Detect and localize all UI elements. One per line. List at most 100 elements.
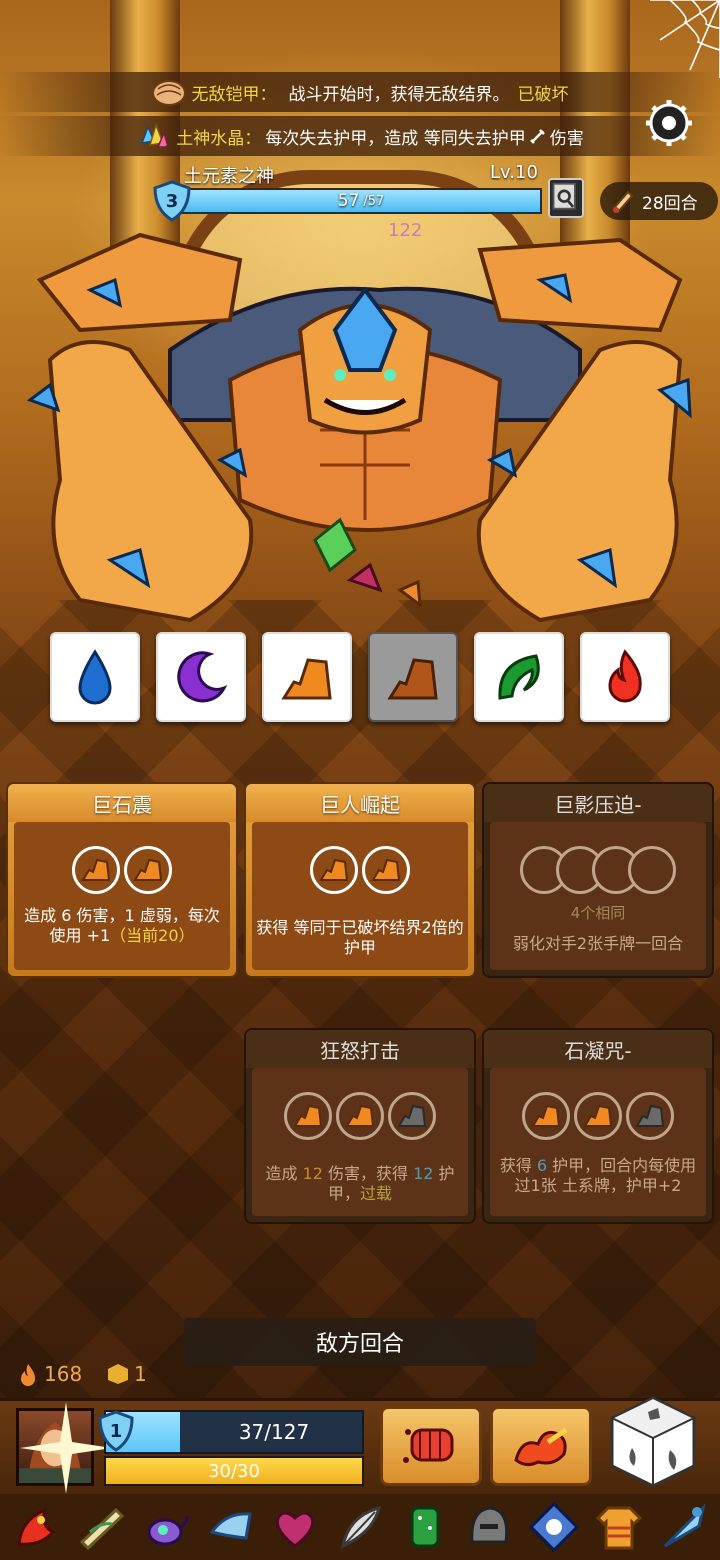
desc-part: 造成	[24, 906, 62, 925]
die-moon[interactable]	[156, 632, 246, 722]
enemy-turn-button[interactable]: 敌方回合	[184, 1318, 536, 1366]
earth-slot[interactable]	[124, 846, 172, 894]
flame-icon	[21, 1364, 36, 1386]
relic-effect: 战斗开始时，获得无敌结界。	[288, 84, 510, 105]
sweater-icon	[595, 1506, 642, 1550]
gold-count: 1	[134, 1362, 147, 1386]
earth-elemental-boss[interactable]	[20, 220, 710, 630]
feather-icon	[340, 1505, 382, 1549]
gold-resource: 1	[106, 1362, 147, 1386]
relic-feather[interactable]	[333, 1500, 387, 1554]
turn-counter: 28回合	[600, 182, 718, 220]
enemy-name: 土元素之神	[184, 166, 274, 187]
earth-slot[interactable]	[72, 846, 120, 894]
dragon-horn-icon	[17, 1507, 56, 1546]
relic-helmet[interactable]	[462, 1500, 516, 1554]
helmet-icon	[470, 1506, 509, 1544]
enemy-shield-badge: 3	[152, 180, 192, 222]
card-body: 4个相同 弱化对手2张手牌一回合	[490, 822, 706, 970]
armor-value: 6	[536, 1156, 548, 1175]
horn-icon	[209, 1512, 252, 1540]
relic-sweater[interactable]	[592, 1500, 646, 1554]
desc-part: 护甲+2	[625, 1176, 682, 1195]
card-title: 巨影压迫-	[484, 784, 712, 822]
card-description: 弱化对手2张手牌一回合	[512, 934, 684, 953]
grey-slot[interactable]	[388, 1092, 436, 1140]
damage-value: 6	[61, 906, 72, 925]
inspect-enemy-button[interactable]	[548, 178, 584, 218]
relic-name: 无敌铠甲	[191, 84, 260, 105]
die-water[interactable]	[50, 632, 140, 722]
relic-teapot[interactable]	[139, 1500, 193, 1554]
cactus-icon	[410, 1506, 440, 1548]
die-earth-selected[interactable]	[368, 632, 458, 722]
weak-value: 1	[124, 906, 135, 925]
relic-snowflake-rune[interactable]	[527, 1500, 581, 1554]
fire-count: 168	[44, 1362, 83, 1386]
earth-slot[interactable]	[574, 1092, 622, 1140]
earth-slot[interactable]	[336, 1092, 384, 1140]
card-description: 获得 6 护甲，回合内每使用过1张 土系牌，护甲+2	[494, 1156, 702, 1196]
armor-value: 12	[413, 1164, 434, 1183]
skill-card-boulder-quake[interactable]: 巨石震 造成 6 伤害，1 虚弱，每次使用 +1（当前20）	[6, 782, 238, 978]
dice-slots	[490, 846, 706, 894]
relic-horn[interactable]	[204, 1500, 258, 1554]
card-body: 获得 等同于已破坏结界2倍的 护甲	[252, 822, 468, 970]
skill-card-rage-strike[interactable]: 狂怒打击 造成 12 伤害，获得 12 护甲，过载	[244, 1028, 476, 1224]
card-title: 巨石震	[8, 784, 236, 822]
grey-slot[interactable]	[626, 1092, 674, 1140]
earth-slot[interactable]	[522, 1092, 570, 1140]
skill-card-shadow-oppression[interactable]: 巨影压迫- 4个相同 弱化对手2张手牌一回合	[482, 782, 714, 978]
enemy-hp-max: /57	[363, 193, 385, 209]
earth-rock-icon	[281, 658, 332, 700]
earth-rock-icon	[387, 658, 438, 700]
fist-icon	[403, 1428, 454, 1463]
skill-card-stone-curse[interactable]: 石凝咒- 获得 6 护甲，回合内每使用过1张 土系牌，护甲+2	[482, 1028, 714, 1224]
die-leaf[interactable]	[474, 632, 564, 722]
relic-cactus[interactable]	[398, 1500, 452, 1554]
skill-card-giant-rise[interactable]: 巨人崛起 获得 等同于已破坏结界2倍的 护甲	[244, 782, 476, 978]
relic-heart-charm[interactable]	[268, 1500, 322, 1554]
player-energy-bar: 30/30	[104, 1456, 364, 1486]
fire-blast-action-button[interactable]	[490, 1406, 592, 1486]
die-fire[interactable]	[580, 632, 670, 722]
fire-icon	[608, 649, 642, 703]
enemy-hp-text: 57 /57	[182, 190, 540, 212]
dice-slots	[490, 1092, 706, 1140]
relic-colon: ：	[259, 84, 277, 105]
relic-bar	[0, 1494, 720, 1560]
relic-wing-scroll[interactable]	[74, 1500, 128, 1554]
relic-dragon-horn[interactable]	[9, 1500, 63, 1554]
empty-slot[interactable]	[628, 846, 676, 894]
player-hp-text: 37/127	[238, 1420, 310, 1444]
card-body: 造成 12 伤害，获得 12 护甲，过载	[252, 1068, 468, 1216]
roll-die-button[interactable]	[608, 1394, 698, 1490]
teapot-icon	[147, 1515, 189, 1546]
desc-part: 伤害，获得	[322, 1164, 414, 1183]
moon-icon	[177, 651, 228, 703]
settings-button[interactable]	[638, 96, 700, 150]
overload-keyword: 过载	[360, 1184, 393, 1203]
relic-colon: ：	[244, 128, 262, 149]
card-requirement: 4个相同	[570, 904, 626, 922]
card-body: 造成 6 伤害，1 虚弱，每次使用 +1（当前20）	[14, 822, 230, 970]
earth-slot[interactable]	[362, 846, 410, 894]
scroll-icon	[612, 190, 634, 214]
wing-scroll-icon	[79, 1507, 125, 1551]
earth-slot[interactable]	[310, 846, 358, 894]
turn-counter-text: 28回合	[642, 193, 698, 214]
card-title: 石凝咒-	[484, 1030, 712, 1068]
relic-banner-crystal: 土神水晶 ： 每次失去护甲，造成 等同失去护甲 伤害	[0, 116, 720, 156]
player-energy-text: 30/30	[208, 1460, 260, 1482]
relic-effect-suffix: 伤害	[549, 128, 584, 149]
spider-web-icon	[650, 0, 720, 78]
magnifier-icon	[552, 182, 576, 210]
player-shield-badge: 1	[98, 1410, 134, 1452]
earth-slot[interactable]	[284, 1092, 332, 1140]
relic-name: 土神水晶	[176, 128, 245, 149]
relic-ice-dagger[interactable]	[657, 1500, 711, 1554]
desc-part: 造成	[265, 1164, 303, 1183]
desc-part: 获得	[499, 1156, 537, 1175]
die-earth[interactable]	[262, 632, 352, 722]
punch-action-button[interactable]	[380, 1406, 482, 1486]
